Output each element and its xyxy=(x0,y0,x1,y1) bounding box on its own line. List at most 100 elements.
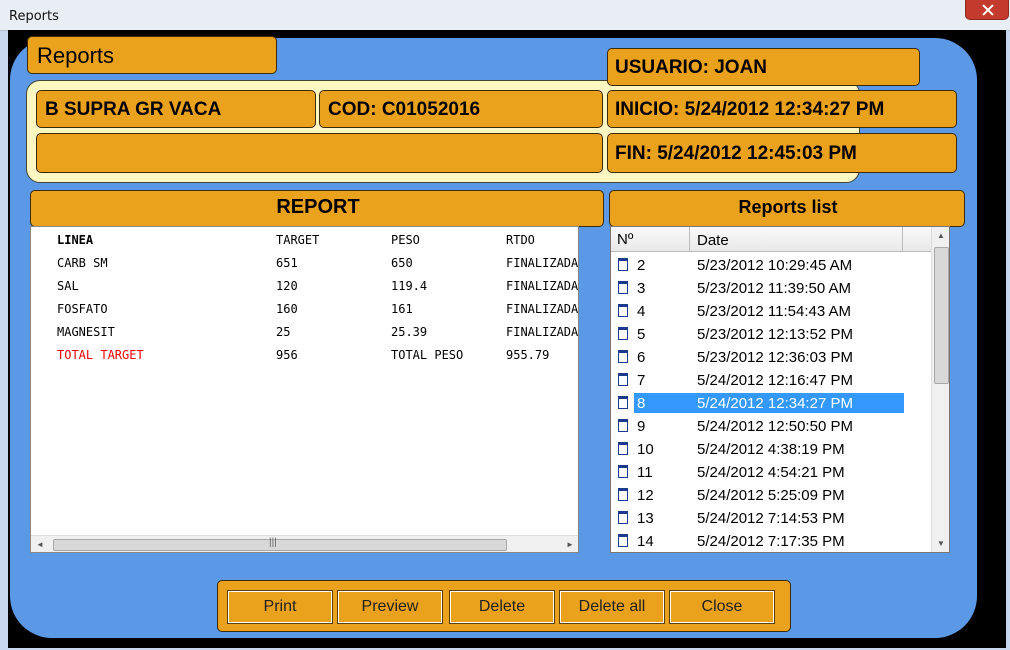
list-item[interactable]: 13 5/24/2012 7:14:53 PM xyxy=(611,507,931,530)
item-date: 5/24/2012 12:16:47 PM xyxy=(697,372,853,389)
grip-icon: ||| xyxy=(269,537,277,548)
reports-list-heading-box: Reports list xyxy=(609,190,965,227)
item-date: 5/23/2012 11:54:43 AM xyxy=(697,303,852,320)
cell-rtdo: FINALIZADA xyxy=(506,279,579,293)
list-item[interactable]: 12 5/24/2012 5:25:09 PM xyxy=(611,484,931,507)
item-number: 6 xyxy=(637,349,646,366)
reports-list-heading: Reports list xyxy=(738,197,838,217)
scroll-down-icon[interactable]: ▼ xyxy=(937,539,945,548)
document-icon xyxy=(618,419,628,432)
scroll-thumb[interactable] xyxy=(934,247,949,384)
scroll-right-icon[interactable]: ► xyxy=(566,540,574,549)
cell-linea: MAGNESIT xyxy=(57,325,115,339)
report-row: CARB SM 651 650 FINALIZADA xyxy=(31,252,579,275)
item-date: 5/23/2012 12:13:52 PM xyxy=(697,326,853,343)
list-item[interactable]: 6 5/23/2012 12:36:03 PM xyxy=(611,346,931,369)
document-icon xyxy=(618,350,628,363)
document-icon xyxy=(618,373,628,386)
inicio-label: INICIO: 5/24/2012 12:34:27 PM xyxy=(615,99,885,120)
total-target-value: 956 xyxy=(276,348,298,362)
preview-button[interactable]: Preview xyxy=(337,590,443,624)
cell-linea: CARB SM xyxy=(57,256,108,270)
cell-peso: 25.39 xyxy=(391,325,428,339)
item-date: 5/24/2012 4:54:21 PM xyxy=(697,464,845,481)
list-vertical-scrollbar[interactable]: ▲ ▼ xyxy=(931,227,949,552)
report-row: FOSFATO 160 161 FINALIZADA xyxy=(31,298,579,321)
list-item-selected[interactable]: 8 5/24/2012 12:34:27 PM xyxy=(611,392,931,415)
cell-rtdo: FINALIZADA xyxy=(506,302,579,316)
document-icon xyxy=(618,396,628,409)
cell-peso: 650 xyxy=(391,256,413,270)
list-item[interactable]: 10 5/24/2012 4:38:19 PM xyxy=(611,438,931,461)
report-heading: REPORT xyxy=(276,196,360,218)
report-row: SAL 120 119.4 FINALIZADA xyxy=(31,275,579,298)
delete-button[interactable]: Delete xyxy=(449,590,555,624)
title-bar: Reports xyxy=(0,0,1010,31)
cell-rtdo: FINALIZADA xyxy=(506,256,579,270)
document-icon xyxy=(618,281,628,294)
document-icon xyxy=(618,258,628,271)
report-horizontal-scrollbar[interactable]: ◄ ||| ► xyxy=(31,535,578,552)
window-close-button[interactable] xyxy=(965,0,1009,20)
item-number: 11 xyxy=(637,464,653,481)
report-header-row: LINEA TARGET PESO RTDO xyxy=(31,229,578,252)
report-heading-box: REPORT xyxy=(30,190,604,227)
item-date: 5/24/2012 12:50:50 PM xyxy=(697,418,853,435)
reports-list[interactable]: Nº Date 2 5/23/2012 10:29:45 AM 3 5/23/201… xyxy=(610,226,950,553)
list-item[interactable]: 11 5/24/2012 4:54:21 PM xyxy=(611,461,931,484)
list-item[interactable]: 2 5/23/2012 10:29:45 AM xyxy=(611,254,931,277)
reports-title-box: Reports xyxy=(27,36,277,74)
extra-box xyxy=(36,133,603,173)
item-number: 3 xyxy=(637,280,646,297)
document-icon xyxy=(618,488,628,501)
list-item[interactable]: 3 5/23/2012 11:39:50 AM xyxy=(611,277,931,300)
cell-target: 651 xyxy=(276,256,298,270)
item-number: 9 xyxy=(637,418,646,435)
cell-rtdo: FINALIZADA xyxy=(506,325,579,339)
col-date-header[interactable]: Date xyxy=(697,232,729,249)
inicio-box: INICIO: 5/24/2012 12:34:27 PM xyxy=(607,90,957,128)
item-date: 5/24/2012 12:34:27 PM xyxy=(697,395,853,412)
item-number: 12 xyxy=(637,487,654,504)
scroll-thumb[interactable]: ||| xyxy=(53,537,507,551)
list-item[interactable]: 5 5/23/2012 12:13:52 PM xyxy=(611,323,931,346)
cell-linea: SAL xyxy=(57,279,79,293)
cell-target: 160 xyxy=(276,302,298,316)
report-row: MAGNESIT 25 25.39 FINALIZADA xyxy=(31,321,579,344)
cell-peso: 119.4 xyxy=(391,279,428,293)
list-item[interactable]: 14 5/24/2012 7:17:35 PM xyxy=(611,530,931,552)
document-icon xyxy=(618,442,628,455)
document-icon xyxy=(618,534,628,547)
item-date: 5/23/2012 10:29:45 AM xyxy=(697,257,853,274)
cell-linea: FOSFATO xyxy=(57,302,108,316)
scroll-up-icon[interactable]: ▲ xyxy=(937,231,945,240)
scroll-left-icon[interactable]: ◄ xyxy=(36,540,44,549)
print-button[interactable]: Print xyxy=(227,590,333,624)
item-number: 7 xyxy=(637,372,646,389)
product-box: B SUPRA GR VACA xyxy=(36,90,316,128)
list-header: Nº Date xyxy=(611,227,931,252)
item-number: 2 xyxy=(637,257,646,274)
list-item[interactable]: 9 5/24/2012 12:50:50 PM xyxy=(611,415,931,438)
col-peso: PESO xyxy=(391,233,420,247)
item-date: 5/24/2012 7:14:53 PM xyxy=(697,510,845,527)
col-number-header[interactable]: Nº xyxy=(617,231,633,248)
list-item[interactable]: 4 5/23/2012 11:54:43 AM xyxy=(611,300,931,323)
item-number: 13 xyxy=(637,510,654,527)
usuario-box: USUARIO: JOAN xyxy=(607,48,920,86)
total-peso-label: TOTAL PESO xyxy=(391,348,464,362)
total-target-label: TOTAL TARGET xyxy=(57,348,144,362)
window-title: Reports xyxy=(9,9,59,24)
close-button[interactable]: Close xyxy=(669,590,775,624)
reports-title: Reports xyxy=(37,43,115,68)
report-panel[interactable]: LINEA TARGET PESO RTDO CARB SM 651 650 F… xyxy=(30,226,579,553)
cell-target: 25 xyxy=(276,325,291,339)
item-date: 5/24/2012 4:38:19 PM xyxy=(697,441,845,458)
item-number: 5 xyxy=(637,326,646,343)
col-linea: LINEA xyxy=(57,233,94,247)
list-item[interactable]: 7 5/24/2012 12:16:47 PM xyxy=(611,369,931,392)
delete-all-button[interactable]: Delete all xyxy=(559,590,665,624)
item-number: 4 xyxy=(637,303,646,320)
column-divider xyxy=(689,227,690,251)
column-divider xyxy=(902,227,903,251)
